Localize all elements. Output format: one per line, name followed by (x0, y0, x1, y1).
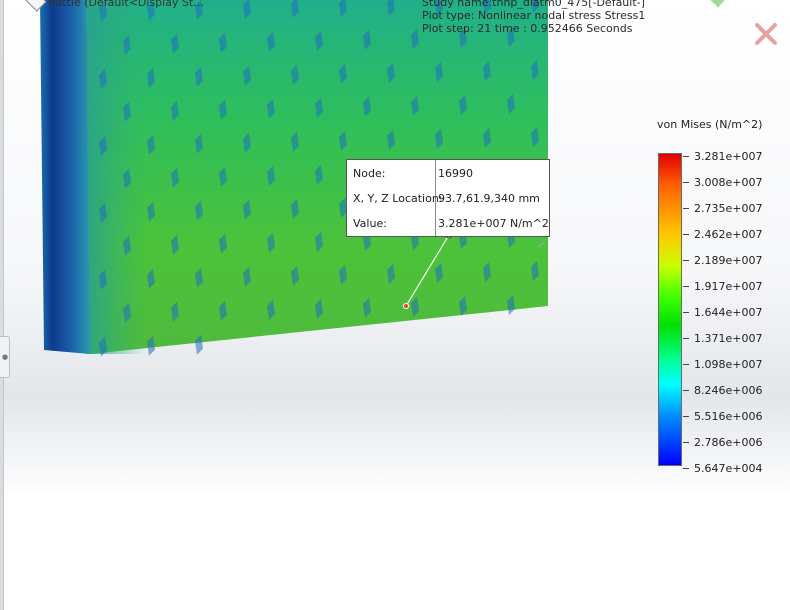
legend-value-label: 3.281e+007 (694, 150, 763, 163)
plot-step-line: Plot step: 21 time : 0.952466 Seconds (422, 22, 633, 35)
check-icon (710, 0, 725, 8)
legend-tick (683, 390, 689, 391)
probe-value: 3.281e+007 N/m^2 (438, 217, 549, 230)
legend-tick (683, 312, 689, 313)
legend-tick (683, 416, 689, 417)
legend-tick (683, 338, 689, 339)
legend-value-label: 5.647e+004 (694, 462, 763, 475)
legend-value-label: 8.246e+006 (694, 384, 763, 397)
probe-value: 93.7,61.9,340 mm (438, 192, 540, 205)
legend-value-label: 2.735e+007 (694, 202, 763, 215)
probe-row-value: Value: 3.281e+007 N/m^2 (347, 210, 549, 235)
legend-tick (683, 468, 689, 469)
legend-value-label: 2.189e+007 (694, 254, 763, 267)
probe-label: Node: (353, 167, 386, 180)
legend-color-bar[interactable] (658, 153, 682, 466)
model-side-edge (40, 0, 90, 354)
legend-tick (683, 156, 689, 157)
legend-value-label: 1.098e+007 (694, 358, 763, 371)
legend-tick (683, 364, 689, 365)
plot-type-line: Plot type: Nonlinear nodal stress Stress… (422, 9, 646, 22)
ok-check-button[interactable] (706, 0, 736, 14)
probe-result-table: Node: 16990 X, Y, Z Location: 93.7,61.9,… (346, 159, 550, 237)
probe-label: X, Y, Z Location: (353, 192, 443, 205)
legend-tick (683, 442, 689, 443)
legend-value-label: 3.008e+007 (694, 176, 763, 189)
model-face-shade (86, 0, 146, 354)
cancel-button[interactable] (752, 20, 780, 48)
legend-tick (683, 182, 689, 183)
probe-node-marker (403, 303, 409, 309)
legend-tick (683, 260, 689, 261)
legend-value-label: 5.516e+006 (694, 410, 763, 423)
legend-value-label: 2.786e+006 (694, 436, 763, 449)
study-info-text: Study name:thnp_diatm0_475[-Default-] Pl… (422, 0, 645, 35)
study-name-line: Study name:thnp_diatm0_475[-Default-] (422, 0, 645, 9)
legend-value-label: 1.917e+007 (694, 280, 763, 293)
legend-value-label: 1.644e+007 (694, 306, 763, 319)
legend-tick (683, 208, 689, 209)
probe-label: Value: (353, 217, 387, 230)
legend-title: von Mises (N/m^2) (657, 118, 763, 131)
legend-tick (683, 234, 689, 235)
feature-tree-label[interactable]: Bottle (Default<Display St... (48, 0, 204, 9)
probe-value: 16990 (438, 167, 473, 180)
close-icon (755, 23, 777, 45)
legend-value-label: 2.462e+007 (694, 228, 763, 241)
probe-row-node: Node: 16990 (347, 160, 549, 185)
legend-tick (683, 286, 689, 287)
legend-value-label: 1.371e+007 (694, 332, 763, 345)
probe-row-location: X, Y, Z Location: 93.7,61.9,340 mm (347, 185, 549, 210)
